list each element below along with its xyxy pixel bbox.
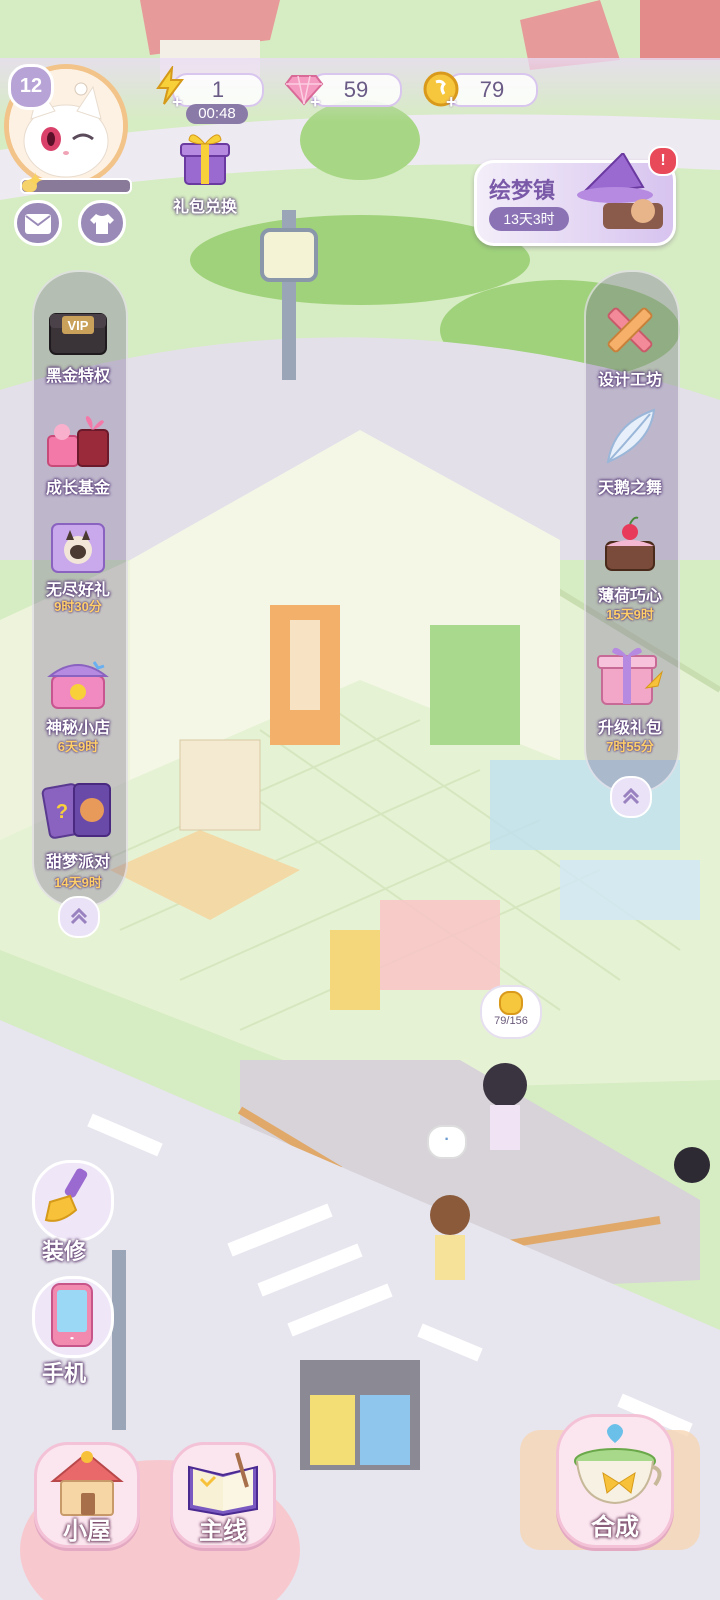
right-menu-collapse-button[interactable] bbox=[610, 776, 652, 818]
menu-item-vip[interactable]: VIP 黑金特权 bbox=[32, 300, 124, 388]
speech-bubble[interactable]: · bbox=[427, 1125, 467, 1159]
merge-button[interactable]: 合成 bbox=[556, 1414, 674, 1548]
coin-value: 79 bbox=[479, 77, 505, 102]
cake-icon bbox=[605, 516, 655, 571]
event-title: 绘梦镇 bbox=[489, 178, 556, 203]
menu-label-design-workshop: 设计工坊 bbox=[597, 372, 662, 389]
gift-exchange-button[interactable]: 礼包兑换 bbox=[160, 128, 250, 224]
menu-timer-endless-gifts: 9时30分 bbox=[54, 599, 102, 614]
event-timer: 13天3时 bbox=[489, 207, 569, 231]
phone-button[interactable]: 手机 bbox=[24, 1276, 116, 1388]
party-cards-icon: ? bbox=[41, 783, 111, 839]
decorate-button[interactable]: 装修 bbox=[24, 1160, 116, 1264]
tea-cup-icon bbox=[574, 1424, 662, 1505]
coin-progress-bubble[interactable]: 79/156 bbox=[480, 985, 542, 1039]
menu-label-mystery-shop: 神秘小店 bbox=[45, 720, 110, 737]
house-button[interactable]: 小屋 bbox=[34, 1442, 140, 1548]
gift-box-icon bbox=[597, 647, 664, 705]
mystery-shop-icon bbox=[47, 661, 109, 709]
double-chevron-up-icon bbox=[622, 787, 640, 805]
merge-label: 合成 bbox=[591, 1514, 639, 1541]
svg-text:VIP: VIP bbox=[68, 318, 89, 333]
energy-value: 1 bbox=[211, 77, 225, 102]
gem-value: 59 bbox=[343, 77, 369, 102]
menu-timer-sweet-dream-party: 14天9时 bbox=[54, 875, 102, 890]
menu-label-vip: 黑金特权 bbox=[45, 368, 110, 385]
wardrobe-button[interactable] bbox=[78, 200, 126, 246]
event-banner[interactable]: 绘梦镇 13天3时 bbox=[474, 153, 676, 246]
svg-text:?: ? bbox=[56, 801, 68, 823]
level-number: 12 bbox=[19, 75, 43, 97]
level-badge: 12 bbox=[8, 64, 54, 110]
left-menu-collapse-button[interactable] bbox=[58, 896, 100, 938]
feather-icon bbox=[606, 408, 656, 464]
decorate-label: 装修 bbox=[42, 1239, 87, 1264]
menu-item-endless-gifts[interactable]: 无尽好礼 9时30分 bbox=[32, 514, 124, 614]
speech-bubble-text: · bbox=[444, 1131, 450, 1148]
energy-plus-icon[interactable]: + bbox=[172, 92, 183, 113]
main-quest-button[interactable]: 主线 bbox=[170, 1442, 276, 1548]
menu-label-mint-choco: 薄荷巧心 bbox=[597, 588, 662, 605]
menu-item-swan-dance[interactable]: 天鹅之舞 bbox=[584, 404, 676, 497]
menu-item-mystery-shop[interactable]: 神秘小店 6天9时 bbox=[32, 654, 124, 754]
double-chevron-up-icon bbox=[70, 907, 88, 925]
vip-chest-icon: VIP bbox=[49, 313, 107, 355]
menu-label-growth-fund: 成长基金 bbox=[45, 480, 110, 497]
menu-item-mint-choco[interactable]: 薄荷巧心 15天9时 bbox=[584, 512, 676, 622]
quest-book-icon bbox=[188, 1452, 258, 1517]
menu-item-growth-fund[interactable]: 成长基金 bbox=[32, 412, 124, 500]
cottage-icon bbox=[50, 1451, 124, 1516]
gem-plus-icon[interactable]: + bbox=[310, 92, 321, 113]
menu-item-design-workshop[interactable]: 设计工坊 bbox=[584, 296, 676, 389]
purple-gift-icon bbox=[180, 134, 230, 185]
mail-button[interactable] bbox=[14, 200, 62, 246]
energy-timer: 00:48 bbox=[186, 104, 248, 124]
phone-label: 手机 bbox=[42, 1361, 87, 1386]
gift-exchange-label: 礼包兑换 bbox=[172, 199, 237, 216]
smartphone-icon bbox=[51, 1283, 93, 1347]
menu-label-sweet-dream-party: 甜梦派对 bbox=[45, 854, 110, 871]
shirt-icon bbox=[90, 214, 114, 234]
cat-gift-icon bbox=[51, 523, 105, 573]
alert-badge-icon: ! bbox=[648, 146, 678, 176]
coin-progress-text: 79/156 bbox=[494, 1015, 528, 1027]
coin-plus-icon[interactable]: + bbox=[446, 92, 457, 113]
sparkle-icon: ✦ bbox=[26, 168, 45, 193]
gift-boxes-icon bbox=[47, 416, 109, 467]
menu-item-upgrade-pack[interactable]: 升级礼包 7时55分 bbox=[584, 640, 676, 754]
menu-timer-upgrade-pack: 7时55分 bbox=[606, 739, 654, 754]
menu-label-upgrade-pack: 升级礼包 bbox=[597, 720, 662, 737]
main-quest-label: 主线 bbox=[199, 1518, 247, 1545]
house-label: 小屋 bbox=[63, 1518, 111, 1545]
ruler-pencil-icon bbox=[607, 307, 653, 353]
menu-timer-mint-choco: 15天9时 bbox=[606, 607, 654, 622]
menu-timer-mystery-shop: 6天9时 bbox=[57, 739, 99, 754]
paint-brush-icon bbox=[44, 1168, 88, 1222]
envelope-icon bbox=[25, 214, 51, 234]
menu-item-sweet-dream-party[interactable]: ? 甜梦派对 14天9时 bbox=[32, 778, 124, 890]
menu-label-swan-dance: 天鹅之舞 bbox=[597, 480, 662, 497]
coin-icon bbox=[499, 991, 523, 1015]
